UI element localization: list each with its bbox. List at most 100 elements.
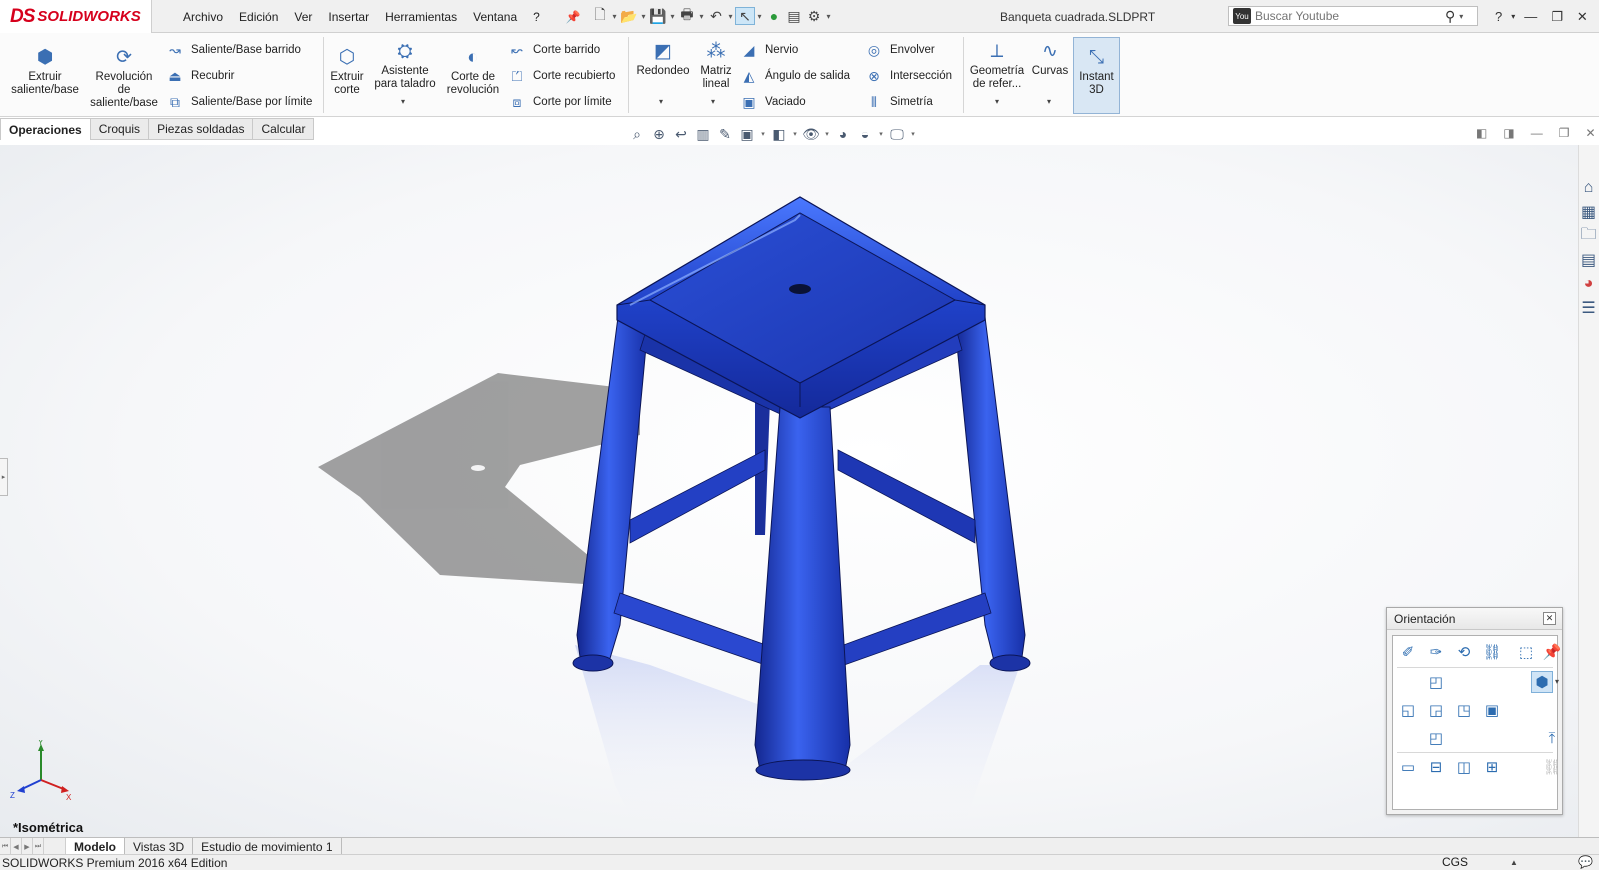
orientation-dialog-header[interactable]: Orientación ✕ xyxy=(1387,608,1562,630)
bottom-view-icon[interactable]: ◰ xyxy=(1425,727,1447,749)
tab-next-icon[interactable]: ▶ xyxy=(22,838,33,855)
wrap-button[interactable]: ◎ Envolver xyxy=(865,40,935,60)
boundary-boss-button[interactable]: ⧉ Saliente/Base por límite xyxy=(166,92,312,112)
previous-view-icon[interactable]: ↩ xyxy=(670,124,692,144)
hole-wizard-button[interactable]: ⛭ Asistente para taladro xyxy=(372,41,438,91)
print-icon[interactable]: 🖶 xyxy=(677,6,697,25)
zoom-to-fit-icon[interactable]: ⌕ xyxy=(626,124,648,144)
menu-ver[interactable]: Ver xyxy=(294,10,312,24)
fillet-button[interactable]: ◩ Redondeo xyxy=(632,41,694,78)
dynamic-annotation-icon[interactable]: ✎ xyxy=(714,124,736,144)
viewport-collapse-icon[interactable]: ◧ xyxy=(1476,126,1487,140)
menu-archivo[interactable]: Archivo xyxy=(183,10,223,24)
apply-scene-dropdown-icon[interactable]: ▾ xyxy=(876,130,886,138)
restore-icon[interactable]: ❐ xyxy=(1551,9,1563,25)
search-icon[interactable]: ⚲ xyxy=(1445,8,1455,25)
link-views-icon[interactable]: ⛓ xyxy=(1481,641,1503,663)
linear-pattern-button[interactable]: ⁂ Matriz lineal xyxy=(696,41,736,91)
search-dropdown-icon[interactable]: ▾ xyxy=(1459,12,1463,21)
lofted-cut-button[interactable]: ⏍ Corte recubierto xyxy=(508,66,616,86)
stool-model[interactable] xyxy=(0,145,1578,837)
design-library-icon[interactable]: ▦ xyxy=(1578,200,1599,224)
curves-dropdown-icon[interactable]: ▾ xyxy=(1047,97,1051,106)
tab-modelo[interactable]: Modelo xyxy=(66,838,125,855)
open-folder-icon[interactable]: 📂 xyxy=(619,7,639,25)
boundary-cut-button[interactable]: ⧈ Corte por límite xyxy=(508,92,612,112)
orientation-dialog-close-icon[interactable]: ✕ xyxy=(1543,612,1556,625)
menu-edicion[interactable]: Edición xyxy=(239,10,278,24)
single-view-icon[interactable]: ▭ xyxy=(1397,756,1419,778)
left-view-icon[interactable]: ◱ xyxy=(1397,699,1419,721)
orientation-dialog[interactable]: Orientación ✕ ✐ ✑ ⟲ ⛓ ⬚ 📌 ◰ ⬢ ▾ ◱ ◲ ◳ ▣ … xyxy=(1386,607,1563,815)
view-selector-icon[interactable]: ⤒ xyxy=(1541,727,1563,749)
help-dropdown-icon[interactable]: ▾ xyxy=(1511,12,1515,21)
rib-button[interactable]: ◢ Nervio xyxy=(740,40,799,60)
new-dropdown-icon[interactable]: ▾ xyxy=(610,7,619,25)
viewport-restore-icon[interactable]: ❐ xyxy=(1559,126,1570,140)
save-icon[interactable]: 💾 xyxy=(648,7,668,25)
close-icon[interactable]: ✕ xyxy=(1577,9,1588,25)
tab-vistas-3d[interactable]: Vistas 3D xyxy=(125,838,194,855)
link-viewports-icon[interactable]: ⛓ xyxy=(1541,756,1563,778)
file-explorer-icon[interactable]: 🗀 xyxy=(1578,224,1599,248)
menu-ventana[interactable]: Ventana xyxy=(473,10,517,24)
units-dropdown-icon[interactable]: ▲ xyxy=(1510,854,1518,870)
select-cursor-icon[interactable]: ↖ xyxy=(735,7,755,25)
tab-last-icon[interactable]: ⏭ xyxy=(33,838,44,855)
hide-show-dropdown-icon[interactable]: ▾ xyxy=(822,130,832,138)
options-dropdown-icon[interactable]: ▾ xyxy=(824,7,833,25)
feature-manager-expand-handle[interactable]: ▸ xyxy=(0,458,8,496)
hole-wizard-dropdown-icon[interactable]: ▾ xyxy=(401,97,405,106)
view-palette-icon[interactable]: ▤ xyxy=(1578,248,1599,272)
shell-button[interactable]: ▣ Vaciado xyxy=(740,92,805,112)
swept-boss-button[interactable]: ↝ Saliente/Base barrido xyxy=(166,40,301,60)
tab-calcular[interactable]: Calcular xyxy=(253,118,315,140)
intersect-button[interactable]: ⊗ Intersección xyxy=(865,66,952,86)
minimize-icon[interactable]: — xyxy=(1524,9,1537,24)
display-style-icon[interactable]: ◧ xyxy=(768,124,790,144)
tab-estudio-movimiento[interactable]: Estudio de movimiento 1 xyxy=(193,838,342,855)
appearances-icon[interactable]: ◕ xyxy=(1578,272,1599,296)
update-standard-views-icon[interactable]: ✑ xyxy=(1425,641,1447,663)
extrude-cut-button[interactable]: ⬡ Extruir corte xyxy=(326,47,368,97)
quick-tips-icon[interactable]: 💬 xyxy=(1578,855,1593,869)
linear-pattern-dropdown-icon[interactable]: ▾ xyxy=(711,97,715,106)
top-view-icon[interactable]: ◰ xyxy=(1425,671,1447,693)
reference-geometry-dropdown-icon[interactable]: ▾ xyxy=(995,97,999,106)
viewport-minimize-icon[interactable]: — xyxy=(1531,126,1543,140)
instant3d-content[interactable]: ⤡ Instant 3D xyxy=(1073,47,1120,97)
reset-standard-views-icon[interactable]: ⟲ xyxy=(1453,641,1475,663)
isometric-dropdown-icon[interactable]: ▾ xyxy=(1555,677,1559,686)
select-dropdown-icon[interactable]: ▾ xyxy=(755,7,764,25)
solidworks-logo[interactable]: DS SOLIDWORKS xyxy=(0,0,152,33)
pin-icon[interactable]: 📌 xyxy=(566,10,581,24)
tab-croquis[interactable]: Croquis xyxy=(90,118,150,140)
section-view-icon[interactable]: ▥ xyxy=(692,124,714,144)
rebuild-traffic-light-icon[interactable]: ● xyxy=(764,7,784,25)
swept-cut-button[interactable]: ↜ Corte barrido xyxy=(508,40,600,60)
mirror-button[interactable]: ⫴ Simetría xyxy=(865,92,933,112)
viewport-close-icon[interactable]: ✕ xyxy=(1585,126,1595,140)
revolve-boss-button[interactable]: ⟳ Revolución de saliente/base xyxy=(89,47,159,110)
reference-geometry-button[interactable]: ⟂ Geometría de refer... xyxy=(966,41,1028,91)
four-view-icon[interactable]: ⊞ xyxy=(1481,756,1503,778)
edit-appearance-icon[interactable]: ◕ xyxy=(832,124,854,144)
back-view-icon[interactable]: ▣ xyxy=(1481,699,1503,721)
two-view-horizontal-icon[interactable]: ⊟ xyxy=(1425,756,1447,778)
graphics-viewport[interactable] xyxy=(0,145,1578,837)
menu-help[interactable]: ? xyxy=(533,10,540,24)
save-dropdown-icon[interactable]: ▾ xyxy=(668,7,677,25)
view-settings-icon[interactable]: 🖵 xyxy=(886,124,908,144)
menu-insertar[interactable]: Insertar xyxy=(328,10,369,24)
hide-show-items-icon[interactable]: 👁 xyxy=(800,124,822,144)
revolve-cut-button[interactable]: ◐ Corte de revolución xyxy=(442,47,504,97)
fillet-dropdown-icon[interactable]: ▾ xyxy=(659,97,663,106)
undo-dropdown-icon[interactable]: ▾ xyxy=(726,7,735,25)
display-style-dropdown-icon[interactable]: ▾ xyxy=(790,130,800,138)
tab-more-icon[interactable] xyxy=(44,838,66,855)
view-orientation-icon[interactable]: ▣ xyxy=(736,124,758,144)
curves-button[interactable]: ∿ Curvas xyxy=(1030,41,1070,78)
file-properties-icon[interactable]: ▤ xyxy=(784,7,804,25)
status-units[interactable]: CGS xyxy=(1442,854,1468,870)
options-gear-icon[interactable]: ⚙ xyxy=(804,7,824,25)
